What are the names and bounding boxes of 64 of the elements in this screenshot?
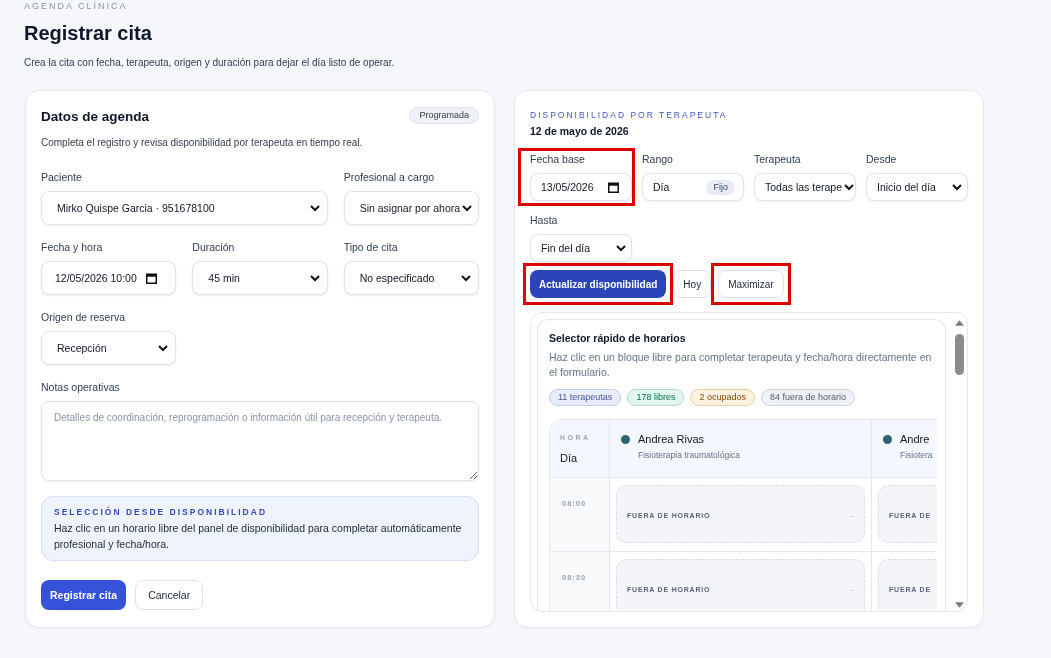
cancel-button[interactable]: Cancelar: [135, 580, 204, 610]
therapist-specialty: Fisiotera: [900, 449, 933, 461]
count-chip: 2 ocupados: [690, 389, 755, 406]
action-button[interactable]: Maximizar: [718, 270, 784, 298]
chevron-down-icon: [158, 344, 169, 352]
count-chip: 11 terapeutas: [549, 389, 622, 406]
submit-button[interactable]: Registrar cita: [41, 580, 127, 610]
fixed-badge: Fijo: [706, 179, 735, 195]
chevron-down-icon: [309, 274, 320, 282]
info-text: Haz clic en un horario libre del panel de disponibilidad para completar automáticamente profesional y fecha/hora.: [54, 521, 463, 552]
refresh-button[interactable]: Actualizar disponibilidad: [530, 270, 667, 298]
panel-eyebrow: DISPONIBILIDAD POR TERAPEUTA: [530, 109, 728, 121]
calendar-icon: [146, 272, 158, 284]
selected-date: 12 de mayo de 2026: [530, 124, 629, 138]
count-chip: 84 fuera de horario: [760, 389, 855, 406]
picker-description: Haz clic en un bloque libre para completar terapeuta y fecha/hora directamente en el formulario.: [549, 350, 933, 380]
count-chip: 178 libres: [627, 389, 685, 406]
field-label: Tipo de cita: [343, 240, 398, 254]
page-title: Registrar cita: [24, 21, 152, 45]
field-label: Terapeuta: [754, 152, 801, 166]
scrollbar-thumb[interactable]: [954, 334, 964, 375]
section-eyebrow: AGENDA CLÍNICA: [24, 0, 128, 12]
field-label: Notas operativas: [41, 380, 120, 394]
picker-title: Selector rápido de horarios: [549, 332, 686, 345]
action-button[interactable]: Hoy: [673, 270, 712, 298]
chevron-down-icon: [952, 183, 962, 191]
calendar-icon: [608, 181, 619, 193]
select-field[interactable]: 45 min: [192, 261, 328, 295]
field-label: Duración: [192, 240, 235, 254]
select-field[interactable]: Mirko Quispe Garcia · 951678100: [41, 191, 328, 225]
chevron-down-icon: [461, 274, 471, 282]
field-label: Fecha y hora: [41, 240, 103, 254]
select-field[interactable]: Inicio del día: [866, 173, 968, 201]
notes-field[interactable]: Detalles de coordinación, reprogramación o información útil para recepción y terapeuta.: [41, 401, 479, 481]
datetime-field[interactable]: 12/05/2026 10:00: [41, 261, 177, 295]
date-field[interactable]: 13/05/2026: [530, 173, 632, 201]
card-title: Datos de agenda: [41, 108, 150, 126]
chevron-down-icon: [309, 204, 320, 212]
select-field[interactable]: Recepción: [41, 331, 177, 365]
range-field: Día Fijo: [642, 173, 744, 201]
field-label: Rango: [642, 152, 673, 166]
therapist-name: Andrea Rivas: [638, 432, 705, 446]
field-label: Origen de reserva: [41, 310, 126, 324]
day-heading: Día: [560, 451, 578, 465]
chevron-down-icon: [616, 244, 626, 252]
field-label: Hasta: [530, 213, 558, 227]
field-label: Paciente: [41, 170, 82, 184]
select-field[interactable]: Fin del día: [530, 234, 632, 262]
page-subtitle: Crea la cita con fecha, terapeuta, origen y duración para dejar el día listo de operar.: [24, 57, 395, 69]
status-badge: Programada: [409, 107, 479, 124]
chevron-down-icon: [844, 183, 855, 191]
scroll-down-icon[interactable]: [954, 602, 964, 608]
scroll-up-icon[interactable]: [954, 320, 964, 326]
info-title: SELECCIÓN DESDE DISPONIBILIDAD: [54, 506, 268, 518]
select-field[interactable]: Sin asignar por ahora: [343, 191, 479, 225]
select-field[interactable]: Todas las terape: [754, 173, 856, 201]
field-label: Fecha base: [530, 152, 585, 166]
card-description: Completa el registro y revisa disponibilidad por terapeuta en tiempo real.: [41, 136, 363, 149]
field-label: Desde: [866, 152, 897, 166]
select-field[interactable]: No especificado: [343, 261, 479, 295]
therapist-name: Andre: [900, 432, 930, 446]
therapist-specialty: Fisioterapia traumatológica: [638, 449, 741, 461]
field-label: Profesional a cargo: [343, 170, 435, 184]
chevron-down-icon: [462, 204, 473, 212]
